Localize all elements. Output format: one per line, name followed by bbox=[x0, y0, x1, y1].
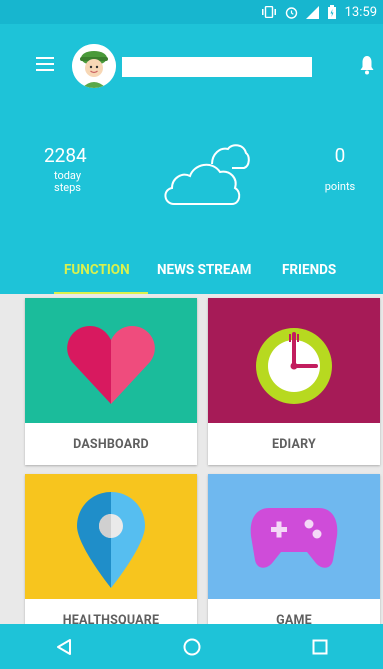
steps-label: today steps bbox=[53, 169, 82, 194]
points-label: points bbox=[324, 180, 356, 193]
card-healthsquare[interactable]: HEALTHSQUARE bbox=[25, 474, 197, 624]
card-label: HEALTHSQUARE bbox=[62, 612, 160, 625]
recents-icon[interactable] bbox=[312, 639, 328, 655]
steps-value: 2284 bbox=[44, 144, 87, 167]
card-image bbox=[25, 474, 197, 599]
bell-icon[interactable] bbox=[359, 55, 375, 75]
tab-news-stream[interactable]: NEWS STREAM bbox=[157, 262, 251, 278]
back-icon[interactable] bbox=[55, 638, 73, 656]
steps-stat: 2284 today steps bbox=[44, 144, 91, 194]
avatar[interactable] bbox=[72, 44, 116, 88]
heart-icon bbox=[67, 326, 155, 404]
menu-icon[interactable] bbox=[36, 57, 54, 71]
card-ediary[interactable]: EDIARY bbox=[208, 298, 380, 465]
profile-header: 2284 today steps 0 points bbox=[0, 24, 383, 240]
vibrate-icon bbox=[261, 6, 276, 18]
card-label: DASHBOARD bbox=[73, 436, 149, 452]
username-field bbox=[122, 57, 312, 77]
cloud-icon bbox=[164, 144, 250, 205]
points-value: 0 bbox=[334, 144, 346, 167]
signal-icon bbox=[305, 5, 319, 19]
battery-icon bbox=[327, 5, 336, 19]
tab-friends[interactable]: FRIENDS bbox=[282, 262, 336, 278]
card-image bbox=[208, 298, 380, 423]
card-label: EDIARY bbox=[272, 436, 316, 452]
status-bar: 13:59 bbox=[0, 0, 383, 24]
points-stat: 0 points bbox=[320, 144, 360, 193]
card-label: GAME bbox=[276, 612, 312, 625]
tab-bar: FUNCTION NEWS STREAM FRIENDS bbox=[0, 240, 383, 294]
card-game[interactable]: GAME bbox=[208, 474, 380, 624]
card-image bbox=[25, 298, 197, 423]
function-grid: DASHBOARD EDIARY HEALTHSQUARE GAME bbox=[0, 294, 383, 624]
clock-icon bbox=[256, 328, 332, 404]
gamepad-icon bbox=[250, 508, 338, 568]
system-nav-bar bbox=[0, 624, 383, 669]
card-dashboard[interactable]: DASHBOARD bbox=[25, 298, 197, 465]
location-pin-icon bbox=[77, 492, 145, 588]
tab-function[interactable]: FUNCTION bbox=[64, 262, 130, 278]
card-image bbox=[208, 474, 380, 599]
alarm-icon bbox=[285, 6, 297, 19]
status-time: 13:59 bbox=[344, 4, 377, 20]
home-icon[interactable] bbox=[183, 638, 201, 656]
